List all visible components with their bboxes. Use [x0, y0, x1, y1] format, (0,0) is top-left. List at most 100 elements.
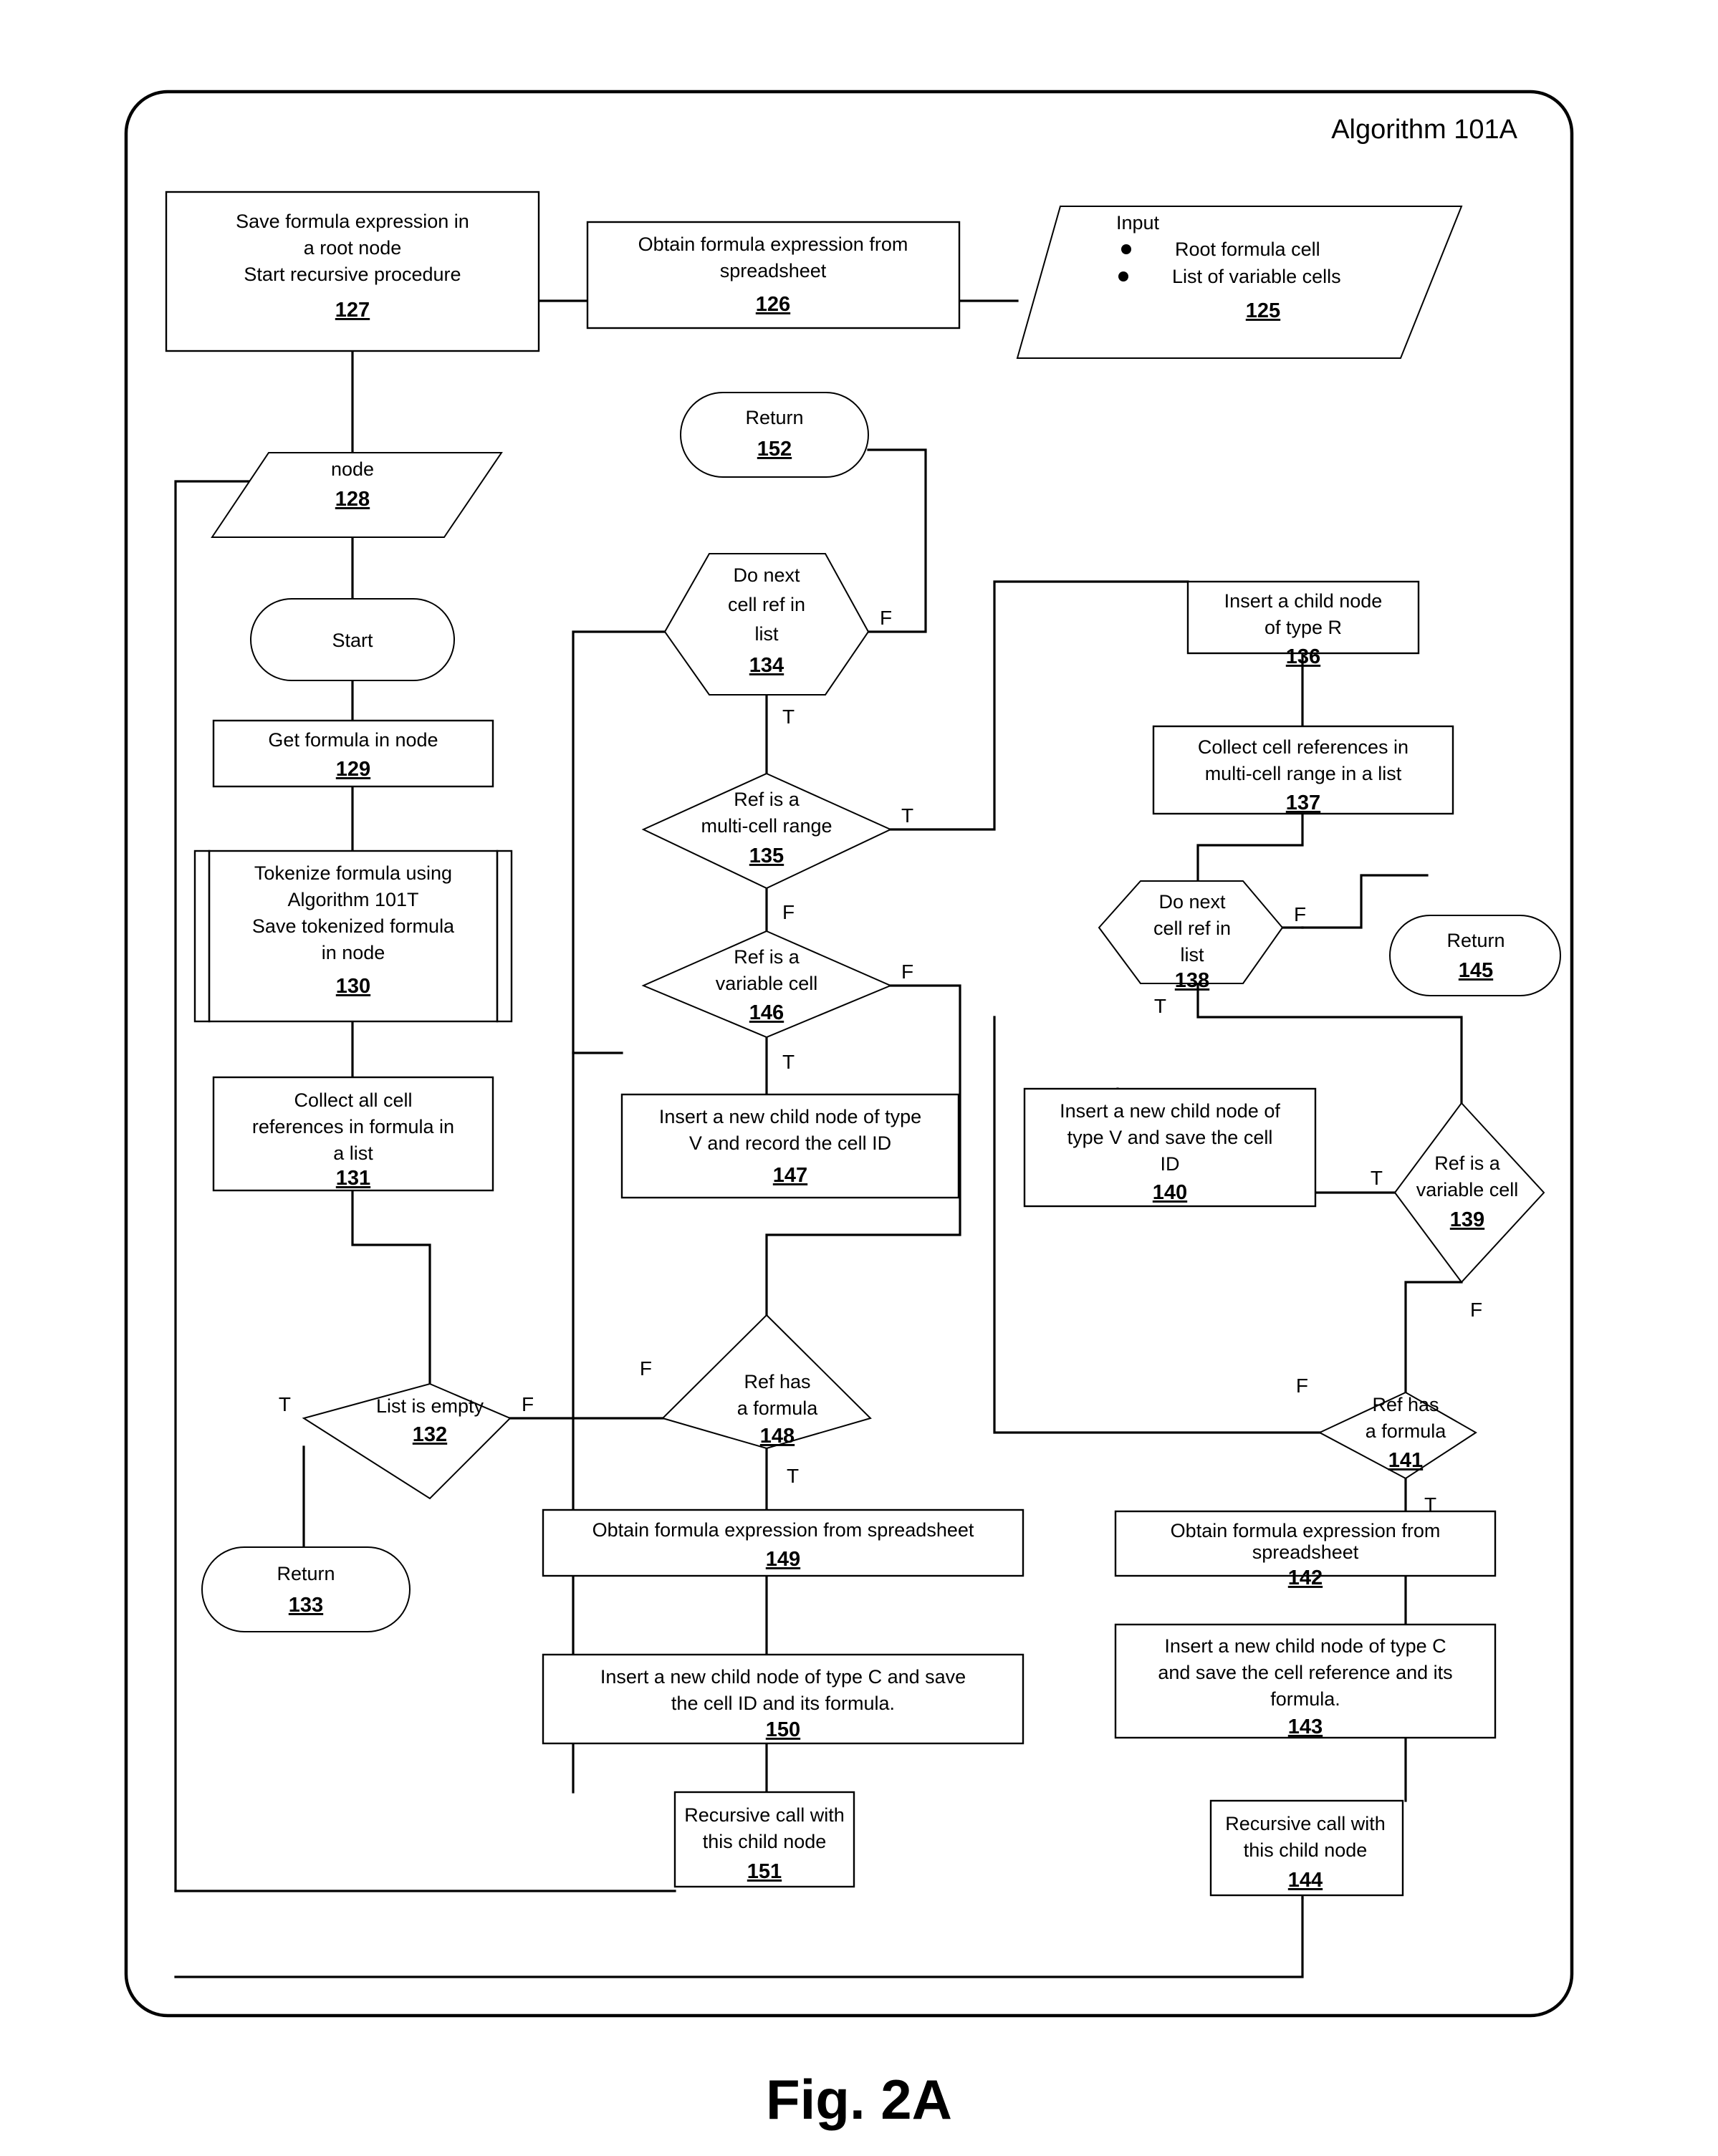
- bullet-dot-icon: [1118, 271, 1128, 281]
- node-137[interactable]: Collect cell references in multi-cell ra…: [1152, 725, 1454, 815]
- node-125-bullet-1: List of variable cells: [1172, 266, 1341, 287]
- node-136[interactable]: Insert a child node of type R 136: [1186, 580, 1420, 668]
- node-144[interactable]: Recursive call with this child node 144: [1209, 1799, 1404, 1897]
- node-139-line-1: variable cell: [1416, 1179, 1519, 1200]
- node-151[interactable]: Recursive call with this child node 151: [673, 1791, 855, 1888]
- node-125[interactable]: Input Root formula cell List of variable…: [1016, 206, 1463, 359]
- node-138-line-1: cell ref in: [1153, 918, 1231, 939]
- node-148-line-0: Ref has: [744, 1371, 810, 1392]
- node-148[interactable]: Ref has a formula 148 F T: [640, 1314, 872, 1487]
- node-135-id: 135: [749, 844, 784, 867]
- node-140-line-0: Insert a new child node of: [1060, 1100, 1280, 1122]
- node-152-line-0: Return: [745, 407, 803, 428]
- node-146[interactable]: Ref is a variable cell 146 F T: [641, 930, 913, 1073]
- node-129[interactable]: Get formula in node 129: [212, 719, 494, 788]
- node-144-line-0: Recursive call with: [1225, 1813, 1386, 1834]
- node-126-line-1: spreadsheet: [720, 260, 827, 281]
- node-125-heading: Input: [1116, 212, 1160, 234]
- node-132-line-0: List is empty: [376, 1395, 484, 1417]
- node-144-line-1: this child node: [1244, 1839, 1368, 1861]
- node-143-line-2: formula.: [1270, 1688, 1340, 1710]
- node-150[interactable]: Insert a new child node of type C and sa…: [542, 1653, 1024, 1745]
- node-152[interactable]: Return 152: [680, 392, 869, 478]
- node-142-line-0: Obtain formula expression from: [1171, 1520, 1441, 1541]
- node-start[interactable]: Start: [250, 598, 455, 681]
- node-151-line-1: this child node: [703, 1831, 827, 1852]
- node-127-id: 127: [335, 299, 370, 322]
- node-147-line-0: Insert a new child node of type: [659, 1106, 921, 1127]
- node-147-id: 147: [773, 1164, 807, 1187]
- node-134[interactable]: Do next cell ref in list 134 F T: [663, 553, 892, 728]
- edge-label-134-true: T: [782, 706, 795, 728]
- figure-caption: Fig. 2A: [766, 2068, 952, 2131]
- edge-label-138-false: F: [1294, 903, 1306, 925]
- node-147[interactable]: Insert a new child node of type V and re…: [620, 1093, 960, 1199]
- node-145[interactable]: Return 145: [1389, 915, 1561, 996]
- node-143-line-0: Insert a new child node of type C: [1164, 1635, 1446, 1657]
- edge-label-134-false: F: [880, 607, 892, 629]
- node-132-id: 132: [413, 1423, 447, 1446]
- node-126-id: 126: [756, 293, 790, 316]
- node-133[interactable]: Return 133: [201, 1546, 411, 1632]
- node-127[interactable]: Save formula expression in a root node S…: [165, 191, 540, 352]
- node-145-line-0: Return: [1446, 930, 1505, 951]
- edge-label-141-false: F: [1296, 1375, 1308, 1397]
- node-139[interactable]: Ref is a variable cell 139 T F: [1371, 1102, 1545, 1321]
- node-131-line-1: references in formula in: [252, 1116, 454, 1137]
- node-125-bullet-0: Root formula cell: [1175, 239, 1320, 260]
- node-150-line-0: Insert a new child node of type C and sa…: [600, 1666, 966, 1688]
- node-138[interactable]: Do next cell ref in list 138 F T: [1098, 880, 1306, 1017]
- node-134-line-1: cell ref in: [728, 594, 805, 615]
- figure-title: Algorithm 101A: [1331, 115, 1517, 145]
- bullet-dot-icon: [1121, 244, 1131, 254]
- node-137-line-0: Collect cell references in: [1198, 736, 1409, 758]
- node-135[interactable]: Ref is a multi-cell range 135 T F: [641, 772, 913, 923]
- figure-canvas: Algorithm 101A Save formula expression i…: [0, 0, 1718, 2156]
- node-143[interactable]: Insert a new child node of type C and sa…: [1114, 1623, 1497, 1739]
- node-137-id: 137: [1286, 791, 1320, 814]
- node-142[interactable]: Obtain formula expression from spreadshe…: [1114, 1510, 1497, 1589]
- node-132[interactable]: List is empty 132 T F: [279, 1382, 534, 1500]
- node-130-line-3: in node: [322, 942, 385, 963]
- node-146-id: 146: [749, 1001, 784, 1024]
- node-141[interactable]: Ref has a formula 141 F T: [1296, 1375, 1477, 1516]
- node-129-line-0: Get formula in node: [268, 729, 438, 751]
- node-151-id: 151: [747, 1860, 782, 1883]
- node-139-line-0: Ref is a: [1434, 1152, 1501, 1174]
- node-130[interactable]: Tokenize formula using Algorithm 101T Sa…: [193, 850, 513, 1023]
- node-149[interactable]: Obtain formula expression from spreadshe…: [542, 1508, 1024, 1577]
- node-131-line-0: Collect all cell: [294, 1089, 412, 1111]
- node-148-line-1: a formula: [737, 1397, 819, 1419]
- node-131[interactable]: Collect all cell references in formula i…: [212, 1076, 494, 1192]
- node-150-line-1: the cell ID and its formula.: [671, 1693, 895, 1714]
- node-128[interactable]: node 128: [211, 452, 503, 538]
- edge-label-148-false: F: [640, 1357, 652, 1380]
- edge-label-146-false: F: [901, 961, 913, 983]
- node-128-id: 128: [335, 488, 370, 511]
- edge-label-132-true: T: [279, 1393, 291, 1415]
- edge-label-139-true: T: [1371, 1167, 1383, 1189]
- node-142-line-1: spreadsheet: [1252, 1541, 1359, 1563]
- node-136-id: 136: [1286, 645, 1320, 668]
- node-140[interactable]: Insert a new child node of type V and sa…: [1023, 1087, 1317, 1208]
- node-135-line-0: Ref is a: [734, 789, 800, 810]
- node-136-line-0: Insert a child node: [1224, 590, 1383, 612]
- node-130-id: 130: [336, 975, 370, 998]
- node-138-line-0: Do next: [1158, 891, 1226, 913]
- edge-label-138-true: T: [1154, 995, 1166, 1017]
- node-151-line-0: Recursive call with: [684, 1804, 845, 1826]
- node-149-line-0: Obtain formula expression from spreadshe…: [592, 1519, 974, 1541]
- node-148-id: 148: [760, 1425, 795, 1448]
- node-152-id: 152: [757, 438, 792, 461]
- node-150-id: 150: [766, 1718, 800, 1741]
- node-126-line-0: Obtain formula expression from: [638, 234, 908, 255]
- node-137-line-1: multi-cell range in a list: [1205, 763, 1402, 784]
- node-126[interactable]: Obtain formula expression from spreadshe…: [586, 221, 961, 329]
- node-134-id: 134: [749, 654, 784, 677]
- node-140-line-2: ID: [1161, 1153, 1180, 1175]
- node-139-id: 139: [1450, 1208, 1484, 1231]
- edge-label-148-true: T: [787, 1465, 799, 1487]
- node-129-id: 129: [336, 758, 370, 781]
- node-130-line-0: Tokenize formula using: [254, 862, 452, 884]
- node-133-line-0: Return: [277, 1563, 335, 1584]
